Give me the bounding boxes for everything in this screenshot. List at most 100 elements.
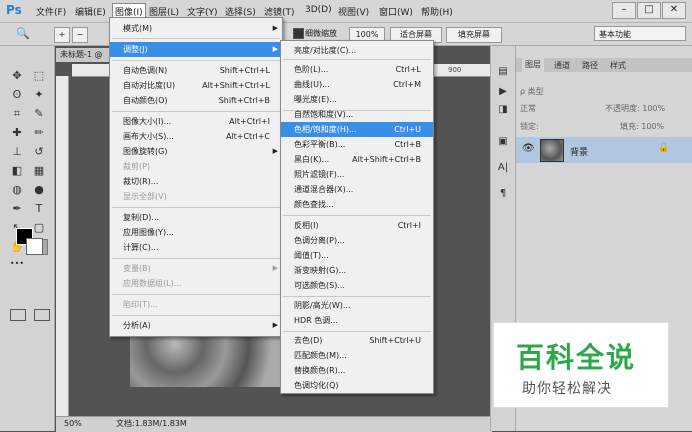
menu-item-equalize[interactable]: 色调均化(Q): [281, 378, 433, 393]
menu-item-trim[interactable]: 裁切(R)...: [110, 174, 282, 189]
pen-tool-icon[interactable]: ✒: [8, 201, 26, 217]
document-tab[interactable]: 未标题-1 @: [56, 48, 110, 62]
tab-channels[interactable]: 通道: [554, 60, 570, 71]
menu-item-canvas-size[interactable]: 画布大小(S)... Alt+Ctrl+C: [110, 129, 282, 144]
eye-icon[interactable]: 👁: [522, 143, 535, 154]
tab-styles[interactable]: 样式: [610, 60, 626, 71]
tab-layers[interactable]: 图层: [522, 58, 544, 72]
menu-item-threshold[interactable]: 阈值(T)...: [281, 248, 433, 263]
workspace-select[interactable]: 基本功能: [594, 26, 686, 41]
photoshop-logo: Ps: [6, 3, 22, 17]
menu-item-image-size[interactable]: 图像大小(I)... Alt+Ctrl+I: [110, 114, 282, 129]
menu-item-calculations[interactable]: 计算(C)...: [110, 240, 282, 255]
menu-item-reveal-all: 显示全部(V): [123, 192, 167, 201]
ruler-mark: 900: [448, 66, 462, 74]
menu-item-gradient-map[interactable]: 渐变映射(G)...: [281, 263, 433, 278]
menu-item-curves[interactable]: 曲线(U)... Ctrl+M: [281, 77, 433, 92]
quick-mask-icon[interactable]: [10, 309, 26, 321]
menu-item-color-balance[interactable]: 色彩平衡(B)... Ctrl+B: [281, 137, 433, 152]
menu-item-apply-data-set: 应用数据组(L)...: [123, 279, 182, 288]
fill-field[interactable]: 填充: 100%: [620, 121, 664, 132]
menu-item-vibrance[interactable]: 自然饱和度(V)...: [281, 107, 433, 122]
opacity-field[interactable]: 不透明度: 100%: [605, 103, 665, 114]
menu-item-channel-mixer[interactable]: 通道混合器(X)...: [281, 182, 433, 197]
layers-panel-tabs: 图层 通道 路径 样式: [516, 58, 692, 72]
menu-item-levels[interactable]: 色阶(L)... Ctrl+L: [281, 62, 433, 77]
menu-3d[interactable]: 3D(D): [305, 5, 332, 15]
menu-edit[interactable]: 编辑(E): [75, 5, 106, 18]
histogram-icon[interactable]: ▤: [495, 66, 511, 80]
healing-tool-icon[interactable]: ✚: [8, 125, 26, 141]
more-tools-icon[interactable]: •••: [8, 256, 26, 272]
scrubby-zoom-checkbox[interactable]: [293, 28, 304, 39]
menu-item-photo-filter[interactable]: 照片滤镜(F)...: [281, 167, 433, 182]
eraser-tool-icon[interactable]: ◧: [8, 163, 26, 179]
menu-item-selective-color[interactable]: 可选颜色(S)...: [281, 278, 433, 293]
zoom-icon[interactable]: 🔍: [14, 26, 32, 42]
watermark-title: 百科全说: [516, 341, 637, 374]
menu-item-auto-tone[interactable]: 自动色调(N) Shift+Ctrl+L: [110, 63, 282, 78]
menu-item-analysis[interactable]: 分析(A) ▶: [110, 318, 282, 333]
tab-paths[interactable]: 路径: [582, 60, 598, 71]
menu-item-variables: 变量(B) ▶: [123, 264, 278, 273]
menu-item-image-rotation[interactable]: 图像旋转(G) ▶: [110, 144, 282, 159]
menu-item-replace-color[interactable]: 替换颜色(R)...: [281, 363, 433, 378]
menu-item-auto-color[interactable]: 自动颜色(O) Shift+Ctrl+B: [110, 93, 282, 108]
menu-item-exposure[interactable]: 曝光度(E)...: [281, 92, 433, 107]
layer-comps-icon[interactable]: ▣: [495, 136, 511, 150]
zoom-out-icon[interactable]: −: [72, 27, 88, 43]
layer-name[interactable]: 背景: [570, 145, 588, 158]
menu-view[interactable]: 视图(V): [338, 5, 369, 18]
menu-item-trap: 陷印(T)...: [123, 300, 158, 309]
fill-screen-button[interactable]: 填充屏幕: [446, 27, 502, 43]
menu-item-adjustments[interactable]: 调整(J) ▶: [110, 42, 282, 57]
eyedropper-tool-icon[interactable]: ✎: [30, 106, 48, 122]
menu-item-apply-image[interactable]: 应用图像(Y)...: [110, 225, 282, 240]
menu-item-posterize[interactable]: 色调分离(P)...: [281, 233, 433, 248]
play-icon[interactable]: ▶: [495, 86, 511, 100]
menu-file[interactable]: 文件(F): [36, 5, 66, 18]
close-button[interactable]: ✕: [662, 2, 686, 19]
menu-item-auto-contrast[interactable]: 自动对比度(U) Alt+Shift+Ctrl+L: [110, 78, 282, 93]
status-doc-size: 文档:1.83M/1.83M: [116, 419, 187, 428]
zoom-in-icon[interactable]: +: [54, 27, 70, 43]
blur-tool-icon[interactable]: ◍: [8, 182, 26, 198]
menu-item-match-color[interactable]: 匹配颜色(M)...: [281, 348, 433, 363]
menu-window[interactable]: 窗口(W): [379, 5, 413, 18]
menu-item-duplicate[interactable]: 复制(D)...: [110, 210, 282, 225]
marquee-tool-icon[interactable]: ⬚: [30, 68, 48, 84]
menu-item-shadows-highlights[interactable]: 阴影/高光(W)...: [281, 298, 433, 313]
adjustment-icon[interactable]: ◨: [495, 104, 511, 118]
menu-item-invert[interactable]: 反相(I) Ctrl+I: [281, 218, 433, 233]
screen-mode-icon[interactable]: [34, 309, 50, 321]
menu-item-hue-saturation[interactable]: 色相/饱和度(H)... Ctrl+U: [281, 122, 433, 137]
maximize-button[interactable]: □: [637, 2, 661, 19]
crop-tool-icon[interactable]: ⌗: [8, 106, 26, 122]
minimize-button[interactable]: –: [612, 2, 636, 19]
type-tool-icon[interactable]: T: [30, 201, 48, 217]
layer-filter-select[interactable]: ρ 类型: [520, 86, 544, 97]
menu-item-desaturate[interactable]: 去色(D) Shift+Ctrl+U: [281, 333, 433, 348]
lock-icon: 🔒: [658, 143, 670, 153]
blend-mode-select[interactable]: 正常: [520, 103, 536, 114]
brush-tool-icon[interactable]: ✏: [30, 125, 48, 141]
magic-wand-tool-icon[interactable]: ✦: [30, 87, 48, 103]
menu-item-crop: 裁剪(P): [123, 162, 151, 171]
status-zoom[interactable]: 50%: [64, 417, 82, 431]
gradient-tool-icon[interactable]: ▦: [30, 163, 48, 179]
lasso-tool-icon[interactable]: ʘ: [8, 87, 26, 103]
menu-item-mode[interactable]: 模式(M) ▶: [110, 21, 282, 36]
vertical-ruler: [56, 76, 69, 416]
paragraph-icon[interactable]: ¶: [495, 188, 511, 202]
menu-item-brightness-contrast[interactable]: 亮度/对比度(C)...: [281, 43, 433, 58]
dodge-tool-icon[interactable]: ●: [30, 182, 48, 198]
menu-item-hdr-toning[interactable]: HDR 色调...: [281, 313, 433, 328]
history-brush-tool-icon[interactable]: ↺: [30, 144, 48, 160]
stamp-tool-icon[interactable]: ⊥: [8, 144, 26, 160]
move-tool-icon[interactable]: ✥: [8, 68, 26, 84]
background-color-swatch[interactable]: [26, 238, 43, 255]
character-icon[interactable]: A|: [495, 162, 511, 176]
menu-help[interactable]: 帮助(H): [421, 5, 453, 18]
menu-item-black-white[interactable]: 黑白(K)... Alt+Shift+Ctrl+B: [281, 152, 433, 167]
menu-item-color-lookup[interactable]: 颜色查找...: [281, 197, 433, 212]
